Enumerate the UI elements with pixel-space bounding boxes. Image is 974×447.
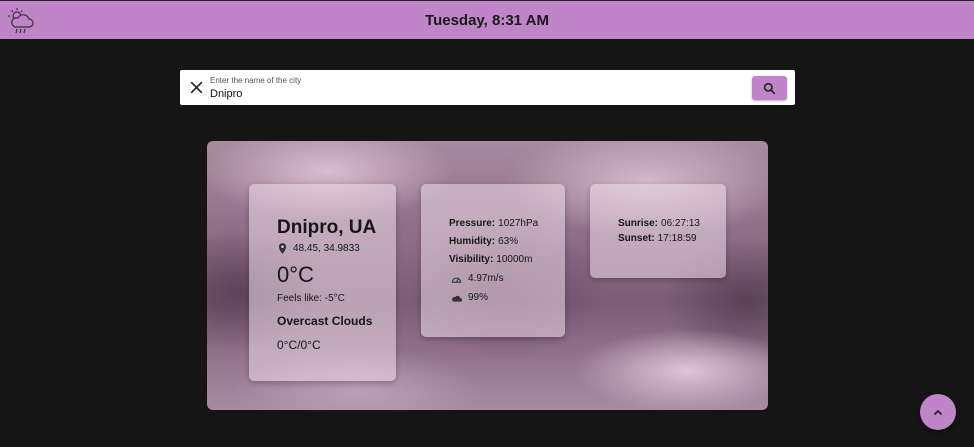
location-pin-icon [278, 243, 287, 254]
pressure-value: 1027hPa [498, 218, 539, 229]
search-icon [763, 82, 776, 94]
cloud-sun-rain-icon [8, 8, 34, 34]
top-bar: Tuesday, 8:31 AM [0, 0, 974, 39]
visibility-value: 10000m [496, 254, 533, 265]
humidity-row: Humidity: 63% [449, 236, 518, 247]
weather-panel: Dnipro, UA 48.45, 34.9833 0°C Feels like… [207, 141, 768, 410]
current-datetime: Tuesday, 8:31 AM [425, 11, 549, 29]
visibility-label: Visibility: [449, 254, 494, 265]
weather-description: Overcast Clouds [277, 314, 373, 328]
sunset-label: Sunset: [618, 233, 655, 244]
scroll-to-top-button[interactable] [920, 394, 956, 430]
chevron-up-icon [933, 409, 943, 415]
search-button[interactable] [752, 76, 787, 100]
sun-times-card: Sunrise: 06:27:13 Sunset: 17:18:59 [590, 184, 726, 278]
sunset-row: Sunset: 17:18:59 [618, 233, 697, 244]
speedometer-icon [451, 277, 462, 283]
wind-row: 4.97m/s [451, 273, 504, 284]
feels-like: Feels like: -5°C [277, 293, 345, 304]
city-name: Dnipro, UA [277, 217, 377, 238]
humidity-label: Humidity: [449, 236, 496, 247]
search-input-label: Enter the name of the city [210, 76, 302, 85]
sunrise-label: Sunrise: [618, 218, 659, 229]
clouds-value: 99% [468, 292, 489, 303]
city-search-bar: Enter the name of the city [180, 70, 795, 105]
sunrise-row: Sunrise: 06:27:13 [618, 218, 700, 229]
cloud-icon [452, 295, 462, 302]
pressure-label: Pressure: [449, 218, 496, 229]
current-weather-card: Dnipro, UA 48.45, 34.9833 0°C Feels like… [249, 184, 396, 381]
pressure-row: Pressure: 1027hPa [449, 218, 538, 229]
visibility-row: Visibility: 10000m [449, 254, 532, 265]
wind-value: 4.97m/s [468, 273, 504, 284]
sunrise-value: 06:27:13 [661, 218, 700, 229]
close-icon[interactable] [188, 79, 205, 96]
coordinates: 48.45, 34.9833 [278, 243, 360, 254]
temperature: 0°C [277, 262, 314, 287]
humidity-value: 63% [498, 236, 519, 247]
min-max-temperature: 0°C/0°C [277, 338, 321, 352]
sunset-value: 17:18:59 [657, 233, 697, 244]
city-search-input[interactable] [210, 87, 710, 101]
clouds-row: 99% [451, 292, 488, 303]
coordinates-value: 48.45, 34.9833 [293, 243, 360, 254]
details-card: Pressure: 1027hPa Humidity: 63% Visibili… [421, 184, 565, 337]
